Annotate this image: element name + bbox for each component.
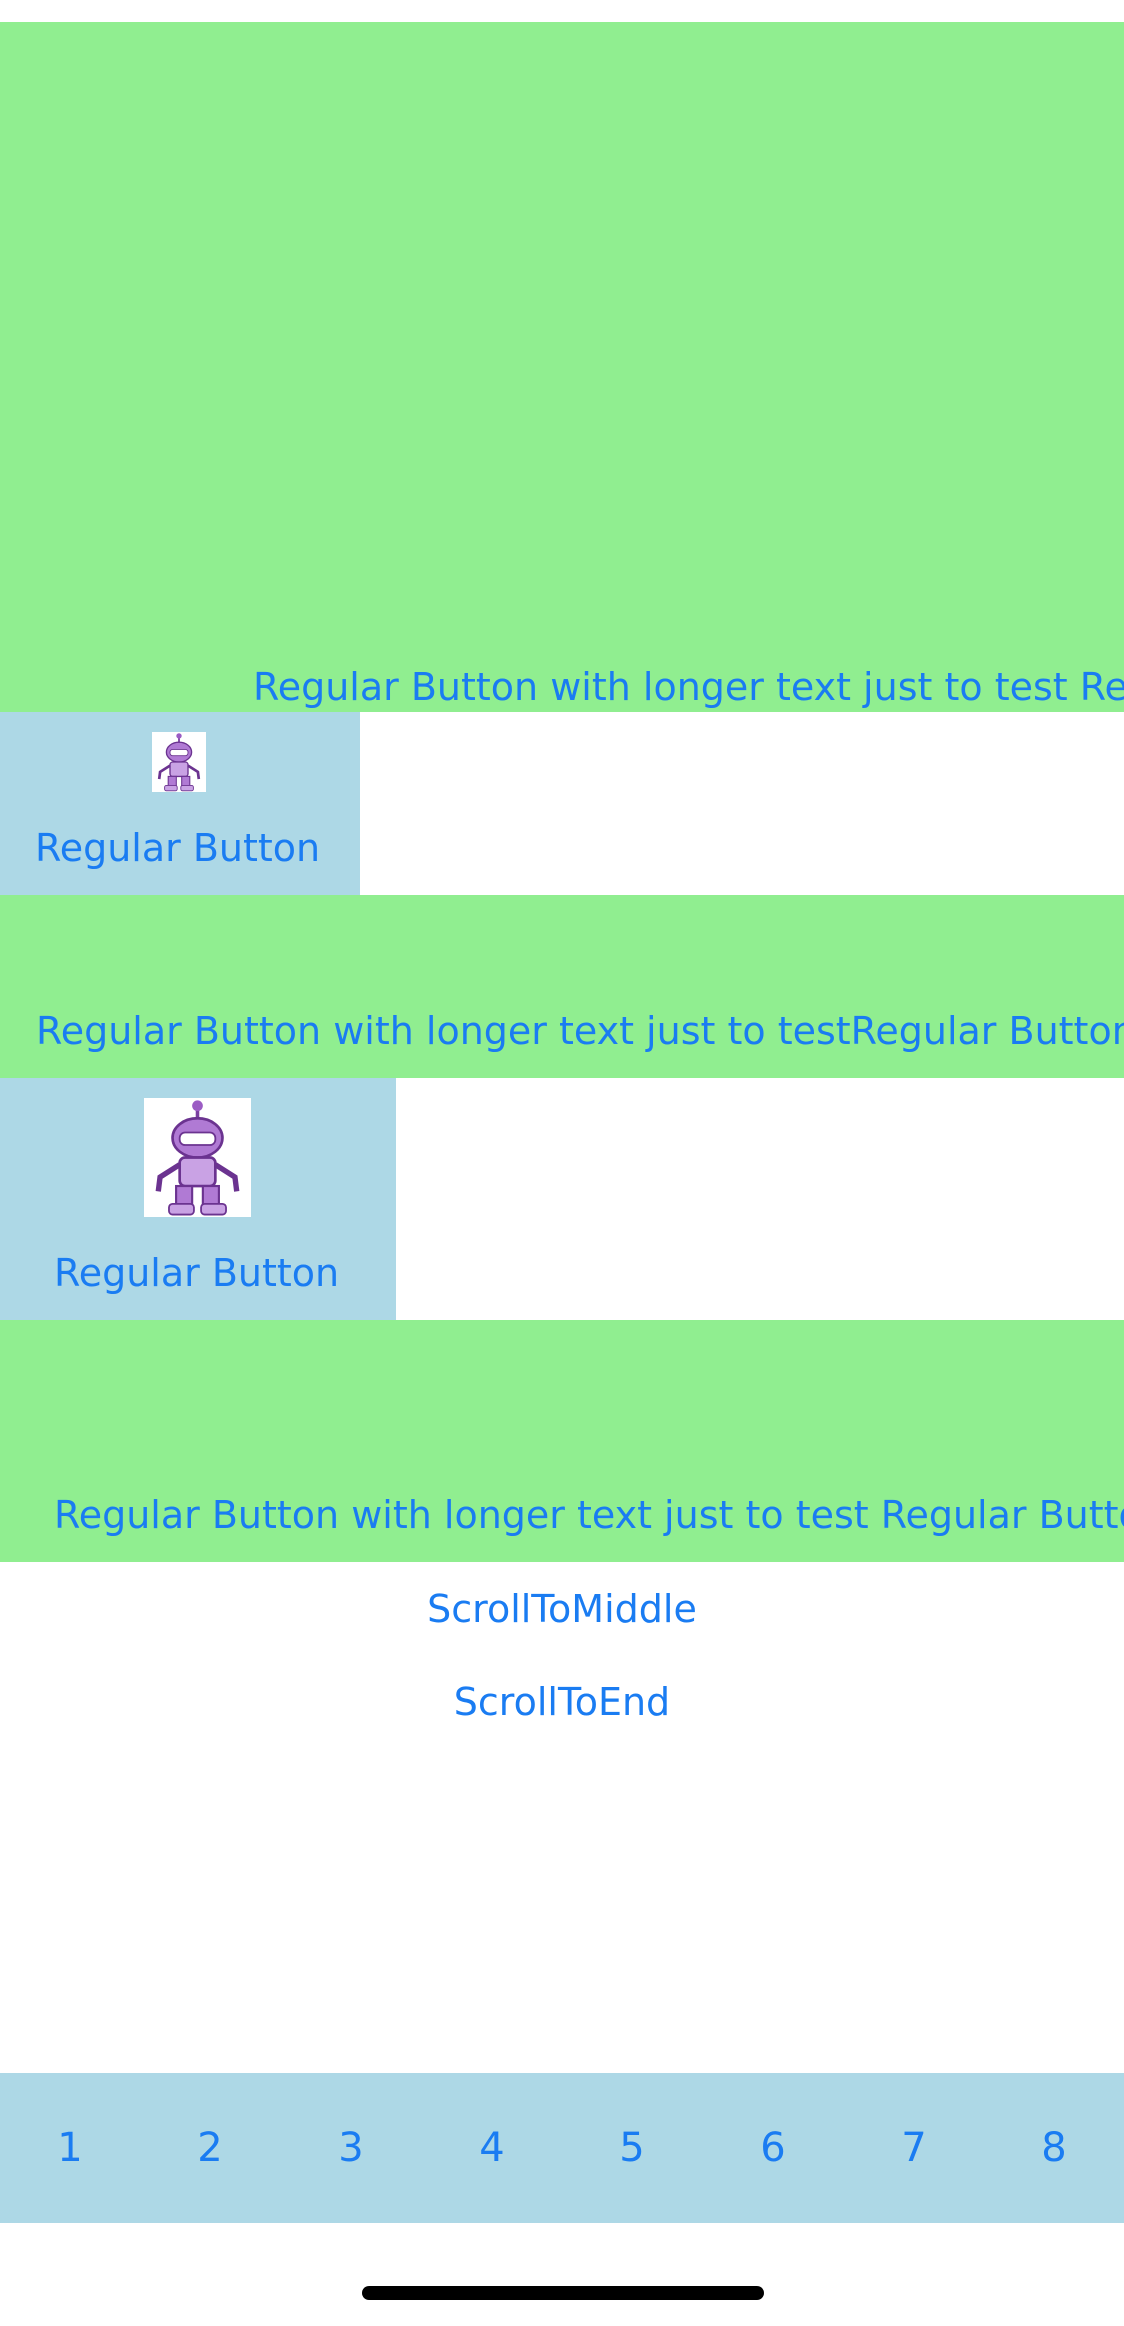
scroll-to-end-button[interactable]: ScrollToEnd [0, 1680, 1124, 1724]
long-text-button-2[interactable]: Regular Button with longer text just to … [0, 895, 1124, 1078]
home-indicator[interactable] [362, 2286, 764, 2300]
number-tab-bar: 1 2 3 4 5 6 7 8 [0, 2073, 1124, 2223]
button-label: Regular Button [54, 1251, 340, 1295]
button-label: Regular Button with longer text just to … [54, 1493, 1124, 1537]
tab-6[interactable]: 6 [733, 2073, 813, 2223]
tab-8[interactable]: 8 [1014, 2073, 1094, 2223]
robot-icon [144, 1098, 251, 1217]
image-button-small[interactable]: Regular Button [0, 712, 360, 895]
tab-7[interactable]: 7 [874, 2073, 954, 2223]
tab-5[interactable]: 5 [592, 2073, 672, 2223]
button-label: Regular Button with longer text just to … [36, 1009, 1124, 1053]
button-label: Regular Button with longer text just to … [253, 665, 1124, 709]
screen: Regular Button with longer text just to … [0, 0, 1124, 2326]
tab-4[interactable]: 4 [452, 2073, 532, 2223]
image-button-large[interactable]: Regular Button [0, 1078, 396, 1320]
scroll-to-middle-button[interactable]: ScrollToMiddle [0, 1587, 1124, 1631]
robot-icon [152, 732, 206, 792]
tab-3[interactable]: 3 [311, 2073, 391, 2223]
tab-1[interactable]: 1 [30, 2073, 110, 2223]
tab-2[interactable]: 2 [170, 2073, 250, 2223]
button-label: Regular Button [35, 826, 321, 870]
long-text-button-3[interactable]: Regular Button with longer text just to … [0, 1320, 1124, 1562]
long-text-button-1[interactable]: Regular Button with longer text just to … [0, 22, 1124, 712]
